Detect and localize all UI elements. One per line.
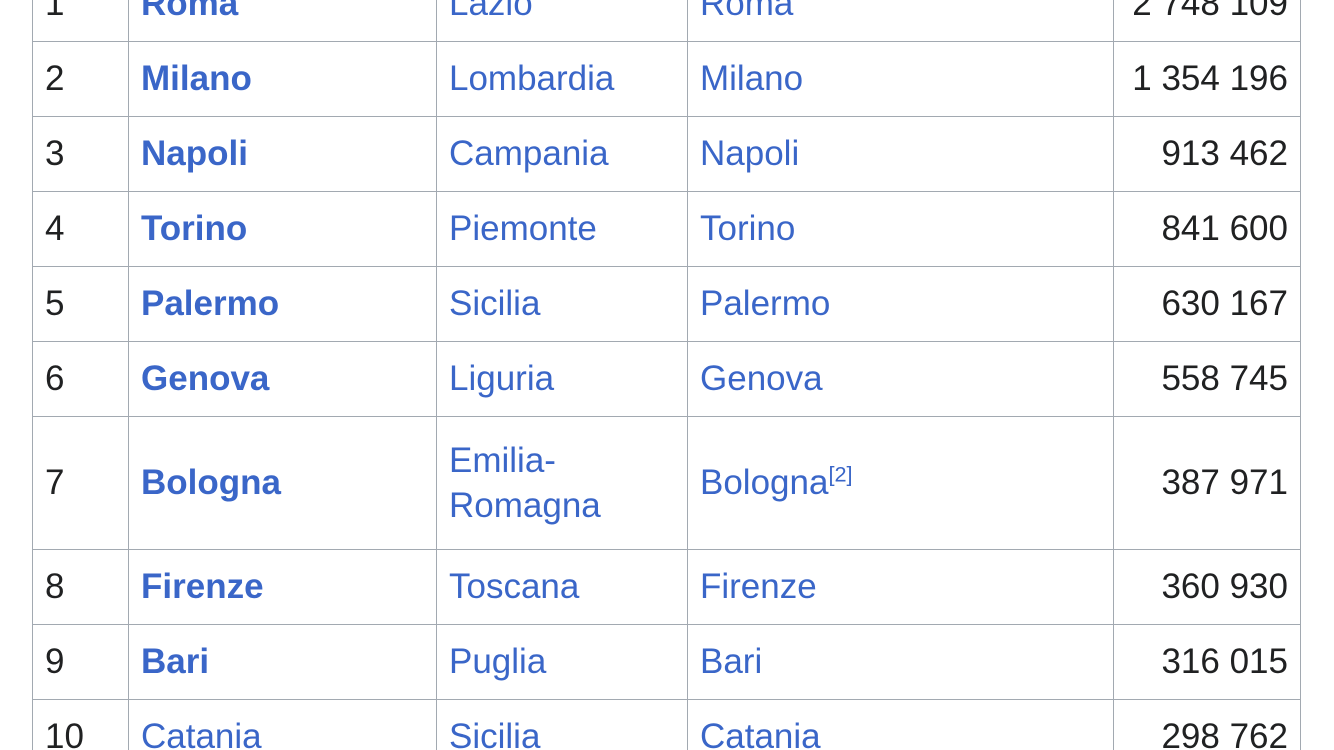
cell-city: Bologna (128, 416, 437, 550)
table-row: 4 Torino Piemonte Torino 841 600 (32, 191, 1301, 267)
cell-rank: 9 (32, 624, 129, 700)
cell-region: Liguria (436, 341, 688, 417)
cell-population: 360 930 (1113, 549, 1301, 625)
cell-city: Roma (128, 0, 437, 42)
cell-region: Emilia-Romagna (436, 416, 688, 550)
cell-province: Firenze (687, 549, 1114, 625)
cell-region: Lazio (436, 0, 688, 42)
cell-rank: 10 (32, 699, 129, 750)
table-row: 1 Roma Lazio Roma 2 748 109 (32, 0, 1301, 42)
region-link[interactable]: Toscana (449, 567, 579, 606)
city-link[interactable]: Genova (141, 359, 269, 398)
table-row: 2 Milano Lombardia Milano 1 354 196 (32, 41, 1301, 117)
cell-population: 558 745 (1113, 341, 1301, 417)
region-link[interactable]: Sicilia (449, 284, 540, 323)
table-row: 3 Napoli Campania Napoli 913 462 (32, 116, 1301, 192)
city-link[interactable]: Bari (141, 642, 209, 681)
cell-city: Torino (128, 191, 437, 267)
cell-region: Sicilia (436, 699, 688, 750)
cell-rank: 5 (32, 266, 129, 342)
cell-province: Bologna[2] (687, 416, 1114, 550)
cell-rank: 4 (32, 191, 129, 267)
city-link[interactable]: Bologna (141, 463, 281, 502)
table-body: 1 Roma Lazio Roma 2 748 109 2 Milano Lombardia M… (32, 0, 1301, 750)
city-link[interactable]: Firenze (141, 567, 264, 606)
table-row: 7 Bologna Emilia-Romagna Bologna[2] 387 971 (32, 416, 1301, 550)
region-link[interactable]: Emilia-Romagna (449, 441, 601, 526)
cell-province: Catania (687, 699, 1114, 750)
cell-rank: 3 (32, 116, 129, 192)
region-link[interactable]: Liguria (449, 359, 554, 398)
cell-region: Toscana (436, 549, 688, 625)
cell-city: Bari (128, 624, 437, 700)
cell-population: 630 167 (1113, 266, 1301, 342)
city-link[interactable]: Palermo (141, 284, 279, 323)
province-link[interactable]: Napoli (700, 134, 799, 173)
cell-city: Firenze (128, 549, 437, 625)
reference-marker: [2] (828, 462, 852, 487)
region-link[interactable]: Sicilia (449, 717, 540, 750)
region-link[interactable]: Campania (449, 134, 609, 173)
region-link[interactable]: Lombardia (449, 59, 614, 98)
cell-province: Bari (687, 624, 1114, 700)
cell-province: Milano (687, 41, 1114, 117)
city-link[interactable]: Milano (141, 59, 252, 98)
cities-population-table: 1 Roma Lazio Roma 2 748 109 2 Milano Lombardia M… (32, 0, 1301, 750)
cell-province: Torino (687, 191, 1114, 267)
cell-population: 387 971 (1113, 416, 1301, 550)
page-root: 1 Roma Lazio Roma 2 748 109 2 Milano Lombardia M… (0, 0, 1334, 750)
region-link[interactable]: Puglia (449, 642, 546, 681)
cell-population: 2 748 109 (1113, 0, 1301, 42)
province-link[interactable]: Bologna (700, 463, 828, 502)
cell-population: 316 015 (1113, 624, 1301, 700)
province-link[interactable]: Palermo (700, 284, 830, 323)
reference-link[interactable]: [2] (828, 462, 852, 487)
cell-province: Roma (687, 0, 1114, 42)
cell-population: 913 462 (1113, 116, 1301, 192)
province-link[interactable]: Roma (700, 0, 793, 23)
cell-population: 298 762 (1113, 699, 1301, 750)
province-link[interactable]: Genova (700, 359, 823, 398)
cell-rank: 1 (32, 0, 129, 42)
city-link[interactable]: Torino (141, 209, 247, 248)
province-link[interactable]: Milano (700, 59, 803, 98)
city-link[interactable]: Napoli (141, 134, 248, 173)
table-row: 10 Catania Sicilia Catania 298 762 (32, 699, 1301, 750)
cell-city: Palermo (128, 266, 437, 342)
cell-region: Puglia (436, 624, 688, 700)
cell-population: 1 354 196 (1113, 41, 1301, 117)
table-row: 8 Firenze Toscana Firenze 360 930 (32, 549, 1301, 625)
cell-region: Lombardia (436, 41, 688, 117)
cell-region: Sicilia (436, 266, 688, 342)
table-row: 6 Genova Liguria Genova 558 745 (32, 341, 1301, 417)
cell-region: Campania (436, 116, 688, 192)
cell-city: Catania (128, 699, 437, 750)
city-link[interactable]: Catania (141, 717, 262, 750)
table-row: 5 Palermo Sicilia Palermo 630 167 (32, 266, 1301, 342)
cell-province: Genova (687, 341, 1114, 417)
region-link[interactable]: Lazio (449, 0, 533, 23)
cell-population: 841 600 (1113, 191, 1301, 267)
cell-city: Napoli (128, 116, 437, 192)
province-link[interactable]: Firenze (700, 567, 817, 606)
city-link[interactable]: Roma (141, 0, 238, 23)
province-link[interactable]: Torino (700, 209, 795, 248)
cell-rank: 6 (32, 341, 129, 417)
cell-province: Palermo (687, 266, 1114, 342)
cell-region: Piemonte (436, 191, 688, 267)
region-link[interactable]: Piemonte (449, 209, 597, 248)
cell-city: Milano (128, 41, 437, 117)
table-row: 9 Bari Puglia Bari 316 015 (32, 624, 1301, 700)
province-link[interactable]: Bari (700, 642, 762, 681)
cell-rank: 2 (32, 41, 129, 117)
cell-province: Napoli (687, 116, 1114, 192)
cell-rank: 8 (32, 549, 129, 625)
table-viewport: 1 Roma Lazio Roma 2 748 109 2 Milano Lombardia M… (32, 0, 1301, 750)
cell-city: Genova (128, 341, 437, 417)
cell-rank: 7 (32, 416, 129, 550)
province-link[interactable]: Catania (700, 717, 821, 750)
